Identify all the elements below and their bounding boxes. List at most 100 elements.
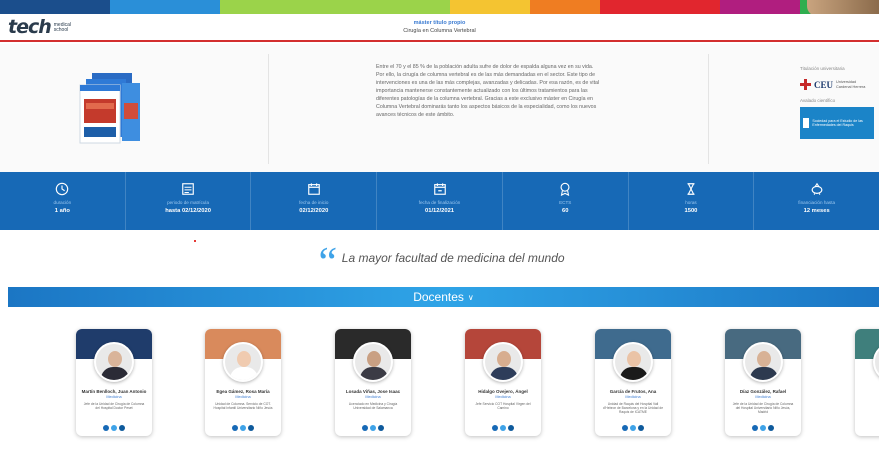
twitter-icon[interactable] bbox=[500, 425, 506, 431]
linkedin-icon[interactable] bbox=[248, 425, 254, 431]
society-text: Sociedad para el Estudio de las Enfermed… bbox=[812, 118, 863, 128]
teacher-card[interactable]: Barri Medicina Jefe de la Unidad bbox=[855, 329, 879, 436]
avatar-head bbox=[497, 351, 511, 367]
teacher-name: Barri bbox=[855, 389, 879, 394]
facebook-icon[interactable] bbox=[362, 425, 368, 431]
avatar-body bbox=[490, 367, 518, 380]
linkedin-icon[interactable] bbox=[638, 425, 644, 431]
society-icon bbox=[803, 118, 810, 128]
teacher-cards: Martín Benlloch, Juan Antonio Medicina J… bbox=[0, 327, 879, 442]
stat-label: fecha de finalización bbox=[418, 200, 461, 205]
ceu-logo[interactable]: CEU Universidad Cardenal Herrera bbox=[800, 79, 874, 90]
linkedin-icon[interactable] bbox=[508, 425, 514, 431]
teacher-card[interactable]: Hidalgo Ovejero, Ángel Medicina Jefe Ser… bbox=[465, 329, 541, 436]
teacher-description: Jefe de la Unidad de Cirugía de Columna … bbox=[83, 402, 145, 411]
divider bbox=[268, 54, 269, 164]
teacher-card[interactable]: Egea Gámez, Rosa María Medicina Unidad d… bbox=[205, 329, 281, 436]
avatar-body bbox=[230, 367, 258, 380]
avatar-body bbox=[360, 367, 388, 380]
linkedin-icon[interactable] bbox=[378, 425, 384, 431]
stat-value: 1500 bbox=[684, 208, 698, 214]
stat-label: ECTS bbox=[559, 200, 572, 205]
stat-value: 12 meses bbox=[803, 208, 830, 214]
teacher-card[interactable]: García de Frutos, Ana Medicina Unidad de… bbox=[595, 329, 671, 436]
teacher-card[interactable]: Losada Viñas, Jose Isaac Medicina Licenc… bbox=[335, 329, 411, 436]
calendar-end-icon bbox=[433, 183, 446, 195]
stat-financing: financiación hasta 12 meses bbox=[754, 172, 879, 230]
social-links bbox=[76, 425, 152, 431]
ceu-subtitle: Universidad Cardenal Herrera bbox=[836, 80, 866, 89]
stat-enrollment: periodo de matrícula hasta 02/12/2020 bbox=[126, 172, 252, 230]
twitter-icon[interactable] bbox=[760, 425, 766, 431]
society-logo[interactable]: Sociedad para el Estudio de las Enfermed… bbox=[800, 107, 874, 139]
avatar-body bbox=[101, 367, 129, 380]
social-links bbox=[595, 425, 671, 431]
teacher-role: Medicina bbox=[365, 395, 381, 399]
intro-paragraph: Entre el 70 y el 85 % de la población ad… bbox=[376, 64, 600, 118]
avatar-body bbox=[750, 367, 778, 380]
avatar-head bbox=[627, 351, 641, 367]
facebook-icon[interactable] bbox=[622, 425, 628, 431]
stat-value: 60 bbox=[562, 208, 569, 214]
avatar-head bbox=[237, 351, 251, 367]
avatar-head bbox=[757, 351, 771, 367]
teacher-name: Hidalgo Ovejero, Ángel bbox=[478, 389, 528, 394]
stat-label: financiación hasta bbox=[798, 200, 836, 205]
program-title: Cirugía en Columna Vertebral bbox=[403, 28, 476, 34]
avatar bbox=[223, 342, 263, 382]
teacher-role: Medicina bbox=[755, 395, 771, 399]
teacher-card[interactable]: Martín Benlloch, Juan Antonio Medicina J… bbox=[76, 329, 152, 436]
chevron-down-icon: ∨ bbox=[467, 292, 474, 302]
stat-start-date: fecha de inicio 02/12/2020 bbox=[251, 172, 378, 230]
ceu-name: CEU bbox=[814, 79, 834, 90]
book-cover-image bbox=[79, 73, 140, 144]
social-links bbox=[335, 425, 411, 431]
twitter-icon[interactable] bbox=[240, 425, 246, 431]
society-label: Avalado científico bbox=[800, 98, 836, 103]
facebook-icon[interactable] bbox=[492, 425, 498, 431]
linkedin-icon[interactable] bbox=[768, 425, 774, 431]
teacher-name: García de Frutos, Ana bbox=[609, 389, 657, 394]
header-title: máster título propio Cirugía en Columna … bbox=[0, 19, 879, 35]
stat-hours: horas 1500 bbox=[629, 172, 755, 230]
color-segment bbox=[220, 0, 450, 14]
teacher-name: Egea Gámez, Rosa María bbox=[216, 389, 270, 394]
enrollment-icon bbox=[182, 183, 194, 195]
clock-icon bbox=[56, 182, 69, 196]
page: tech medical school máster título propio… bbox=[0, 0, 879, 450]
teacher-description: Unidad de Raquis del Hospital Vall d'Heb… bbox=[602, 402, 664, 415]
twitter-icon[interactable] bbox=[111, 425, 117, 431]
teacher-role: Medicina bbox=[235, 395, 251, 399]
stat-label: fecha de inicio bbox=[299, 200, 329, 205]
teacher-card[interactable]: Díaz González, Rafael Medicina Jefe de l… bbox=[725, 329, 801, 436]
twitter-icon[interactable] bbox=[370, 425, 376, 431]
linkedin-icon[interactable] bbox=[119, 425, 125, 431]
stat-label: horas bbox=[685, 200, 697, 205]
stat-value: 1 año bbox=[54, 208, 70, 214]
stat-label: periodo de matrícula bbox=[167, 200, 210, 205]
color-segment bbox=[450, 0, 530, 14]
facebook-icon[interactable] bbox=[752, 425, 758, 431]
facebook-icon[interactable] bbox=[103, 425, 109, 431]
teacher-role: Medicina bbox=[625, 395, 641, 399]
stat-end-date: fecha de finalización 01/12/2021 bbox=[377, 172, 503, 230]
avatar bbox=[94, 342, 134, 382]
intro-section: Entre el 70 y el 85 % de la población ad… bbox=[0, 44, 879, 172]
hourglass-icon bbox=[687, 183, 695, 195]
twitter-icon[interactable] bbox=[630, 425, 636, 431]
teacher-name: Martín Benlloch, Juan Antonio bbox=[81, 389, 147, 394]
teacher-name: Díaz González, Rafael bbox=[739, 389, 787, 394]
social-links bbox=[725, 425, 801, 431]
quote-text: La mayor facultad de medicina del mundo bbox=[341, 251, 565, 265]
stat-label: duración bbox=[53, 200, 72, 205]
social-links bbox=[855, 425, 879, 431]
teacher-role: Medicina bbox=[495, 395, 511, 399]
avatar bbox=[743, 342, 783, 382]
teacher-description: Jefe de la Unidad bbox=[861, 402, 879, 406]
facebook-icon[interactable] bbox=[232, 425, 238, 431]
color-segment bbox=[530, 0, 600, 14]
avatar bbox=[353, 342, 393, 382]
docentes-toggle[interactable]: Docentes ∨ bbox=[8, 287, 879, 307]
color-segment bbox=[110, 0, 220, 14]
teacher-description: Jefe Servicio COT Hospital Virgen del Ca… bbox=[475, 402, 531, 411]
